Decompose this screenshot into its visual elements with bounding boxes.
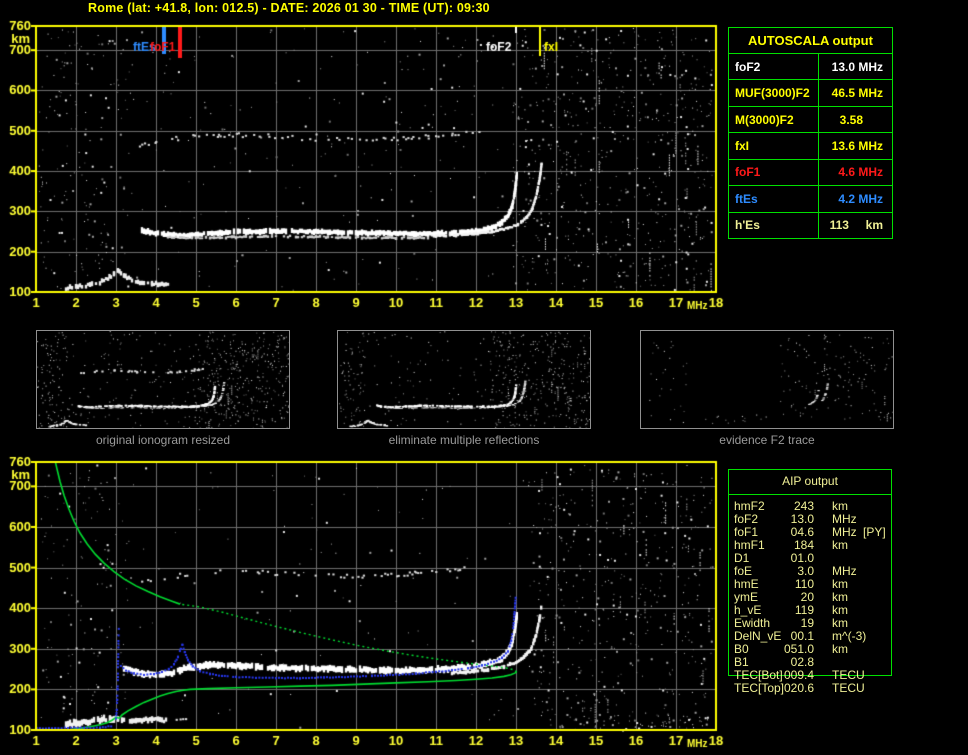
- autoscala-row-value: 3.58: [839, 112, 883, 127]
- autoscala-output-table: AUTOSCALA output foF2 13.0 MHz MUF(3000)F2…: [728, 27, 893, 239]
- aip-unit: km: [832, 642, 848, 656]
- aip-header-divider: [728, 494, 892, 495]
- aip-table-title: AIP output: [782, 474, 838, 488]
- aip-extra: [PY]: [863, 525, 886, 539]
- autoscala-row-value: 4.2 MHz: [838, 191, 883, 206]
- autoscala-row-label: M(3000)F2: [729, 106, 819, 133]
- thumbnail-evidence-f2: [640, 330, 894, 429]
- autoscala-row-muf3000f2: MUF(3000)F2 46.5 MHz: [729, 80, 892, 107]
- autoscala-row-label: MUF(3000)F2: [729, 80, 819, 106]
- top-ionogram-canvas: [0, 18, 730, 314]
- thumbnail-caption-original: original ionogram resized: [95, 433, 231, 447]
- autoscala-row-hes: h'Es 113 km: [729, 212, 892, 238]
- page-title: Rome (lat: +41.8, lon: 012.5) - DATE: 20…: [88, 1, 490, 15]
- autoscala-row-label: fxI: [729, 133, 819, 159]
- autoscala-row-fxi: fxI 13.6 MHz: [729, 133, 892, 160]
- autoscala-row-label: foF2: [729, 54, 819, 80]
- thumbnail-canvas-eliminate: [338, 331, 590, 428]
- autoscala-row-value: 113 km: [829, 218, 883, 233]
- autoscala-row-m3000f2: M(3000)F2 3.58: [729, 106, 892, 134]
- autoscala-row-fof1: foF1 4.6 MHz: [729, 159, 892, 187]
- thumbnail-caption-eliminate: eliminate multiple reflections: [388, 433, 540, 447]
- autoscala-row-label: h'Es: [729, 212, 819, 238]
- autoscala-row-fof2: foF2 13.0 MHz: [729, 54, 892, 81]
- autoscala-row-label: ftEs: [729, 186, 819, 212]
- aip-row-tectop: TEC[Top] 020.6 TECU: [728, 682, 892, 695]
- bottom-profile-canvas: [0, 454, 730, 754]
- thumbnail-original-ionogram: [36, 330, 290, 429]
- autoscala-row-value: 46.5 MHz: [831, 86, 883, 101]
- aip-unit: km: [832, 538, 848, 552]
- autoscala-row-label: foF1: [729, 159, 819, 186]
- thumbnail-eliminate-reflections: [337, 330, 591, 429]
- thumbnail-caption-evidence: evidence F2 trace: [719, 433, 815, 447]
- autoscala-table-body: foF2 13.0 MHz MUF(3000)F2 46.5 MHz M(3000)F2…: [729, 54, 892, 238]
- aip-unit: TECU: [832, 681, 865, 695]
- thumbnail-canvas-evidence: [641, 331, 893, 428]
- autoscala-app-window: { "title": "Rome (lat: +41.8, lon: 012.5…: [0, 0, 968, 755]
- autoscala-row-value: 13.0 MHz: [831, 59, 883, 74]
- thumbnail-canvas-original: [37, 331, 289, 428]
- autoscala-row-value: 4.6 MHz: [838, 165, 883, 180]
- autoscala-row-ftes: ftEs 4.2 MHz: [729, 186, 892, 213]
- aip-val: 020.6: [783, 681, 814, 695]
- autoscala-table-title: AUTOSCALA output: [729, 28, 892, 54]
- autoscala-row-value: 13.6 MHz: [831, 138, 883, 153]
